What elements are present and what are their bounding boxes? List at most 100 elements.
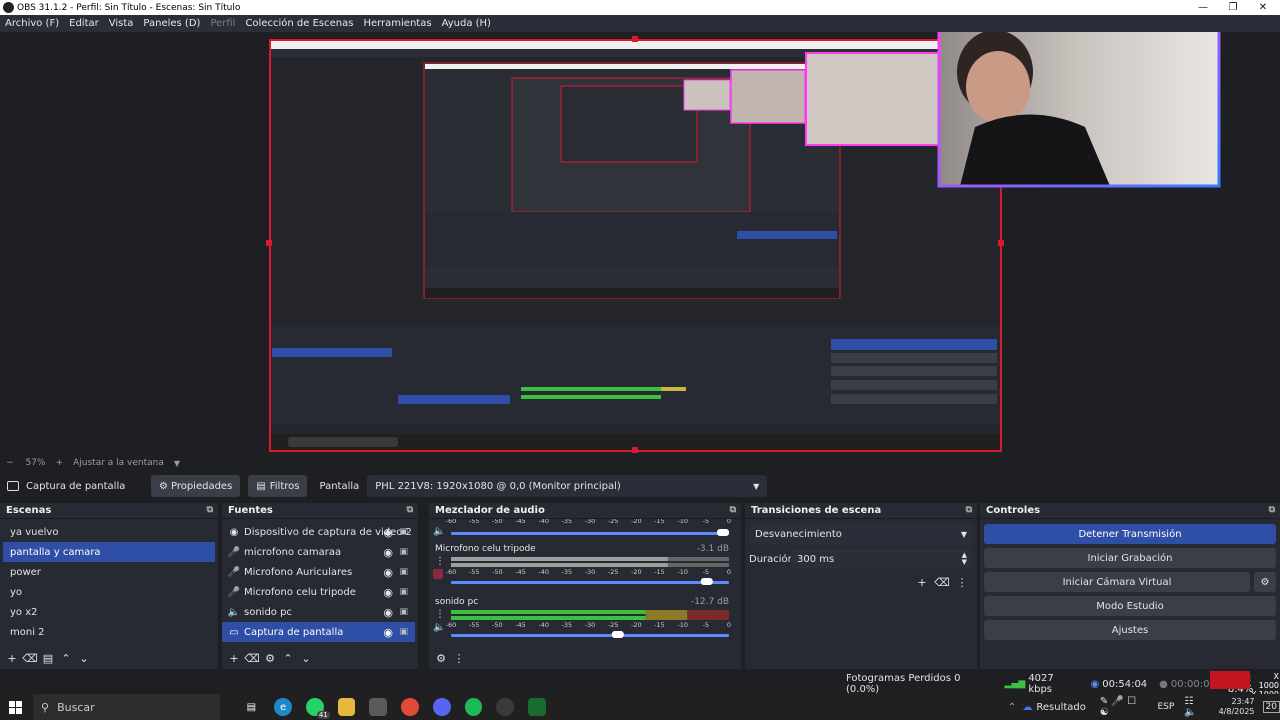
trash-icon[interactable]: ⌫ [244,651,260,665]
dock-float-icon[interactable]: ⧉ [966,505,972,515]
lock-icon[interactable]: ▣ [399,627,408,637]
trash-icon[interactable]: ⌫ [934,575,950,589]
properties-label: Propiedades [170,480,233,492]
trash-icon[interactable]: ⌫ [22,651,38,665]
properties-button[interactable]: ⚙ Propiedades [151,475,241,497]
menu-dots-icon[interactable]: ⋮ [955,575,969,589]
task-view-icon[interactable]: ▤ [242,698,260,716]
clock[interactable]: 23:47 4/8/2025 [1219,697,1255,717]
source-item[interactable]: ◉ Dispositivo de captura de video 2 ◉ ▣ [222,522,415,542]
tray-expand-icon[interactable]: ⌃ [1008,702,1016,713]
taskbar-search[interactable]: ⚲ Buscar [33,694,221,720]
source-item-selected[interactable]: ▭ Captura de pantalla ◉ ▣ [222,622,415,642]
filter-icon[interactable]: ▤ [41,651,55,665]
close-button[interactable]: ✕ [1248,0,1278,15]
mixer-header: Mezclador de audio ⧉ [429,503,741,519]
controls-title: Controles [986,505,1041,516]
menu-editar[interactable]: Editar [69,18,99,29]
dock-float-icon[interactable]: ⧉ [1269,505,1275,515]
volume-slider-handle [700,578,713,585]
mute-icon [433,569,443,579]
menu-vista[interactable]: Vista [109,18,134,29]
virtual-camera-settings-icon[interactable]: ⚙ [1254,572,1276,592]
mixer-tracks[interactable]: -60 -55 -50 -45 -40 -35 -30 -25 -20 -15 -10 -5 0Micr… [429,517,741,645]
eye-icon[interactable]: ◉ [383,586,393,599]
eye-icon[interactable]: ◉ [383,546,393,559]
app-icon[interactable] [528,698,546,716]
transition-select[interactable]: Desvanecimiento ▼ [749,524,973,545]
zoom-fit-label[interactable]: Ajustar a la ventana [73,458,164,468]
studio-mode-button[interactable]: Modo Estudio [984,596,1276,616]
lock-icon[interactable]: ▣ [399,527,408,537]
language-indicator[interactable]: ESP [1158,702,1175,712]
start-virtual-camera-button[interactable]: Iniciar Cámara Virtual [984,572,1250,592]
scene-item-selected[interactable]: pantalla y camara [3,542,215,562]
menu-paneles[interactable]: Paneles (D) [143,18,200,29]
scene-item[interactable]: yo x2 [3,602,215,622]
lock-icon[interactable]: ▣ [399,587,408,597]
gear-icon[interactable]: ⚙ [434,651,448,665]
spinner-arrows-icon[interactable]: ▲ ▼ [962,552,967,566]
stop-streaming-button[interactable]: Detener Transmisión [984,524,1276,544]
filters-button[interactable]: ▤ Filtros [248,475,308,497]
dock-float-icon[interactable]: ⧉ [407,505,413,515]
result-label[interactable]: Resultado [1036,702,1086,713]
discord-icon[interactable] [432,698,451,716]
settings-button[interactable]: Ajustes [984,620,1276,640]
lock-icon[interactable]: ▣ [399,567,408,577]
lock-icon[interactable]: ▣ [399,607,408,617]
menu-dots-icon[interactable]: ⋮ [452,651,466,665]
dock-float-icon[interactable]: ⧉ [730,505,736,515]
whatsapp-icon[interactable]: 41 [305,698,330,719]
eye-icon[interactable]: ◉ [383,606,393,619]
zoom-in-button[interactable]: + [56,458,64,468]
gear-icon: ⚙ [159,480,168,492]
dock-float-icon[interactable]: ⧉ [207,505,213,515]
eye-icon[interactable]: ◉ [383,566,393,579]
scene-item[interactable]: power [3,562,215,582]
edge-icon[interactable]: e [274,698,292,716]
zoom-out-button[interactable]: − [6,458,14,468]
scene-item[interactable]: yo [3,582,215,602]
maximize-button[interactable]: ❐ [1218,0,1248,15]
menu-archivo[interactable]: Archivo (F) [5,18,59,29]
arrow-up-icon[interactable]: ⌃ [59,651,73,665]
menu-perfil[interactable]: Perfil [210,18,235,29]
chrome-icon[interactable] [401,698,419,716]
menu-coleccion-escenas[interactable]: Colección de Escenas [245,18,353,29]
store-icon[interactable] [369,698,388,716]
duration-spinbox[interactable]: 300 ms ▲ ▼ [791,549,973,569]
source-item[interactable]: 🎤 microfono camaraa ◉ ▣ [222,542,415,562]
network-icon[interactable]: ☷ 🔈 [1184,696,1208,718]
arrow-down-icon[interactable]: ⌄ [77,651,91,665]
lock-icon[interactable]: ▣ [399,547,408,557]
add-icon[interactable]: + [915,575,929,589]
windows-start-icon[interactable] [9,700,22,714]
display-select[interactable]: PHL 221V8: 1920x1080 @ 0,0 (Monitor prin… [367,475,768,497]
tray-icons[interactable]: ✎ 🎤 ☐ ☯ [1100,696,1148,718]
file-explorer-icon[interactable] [337,698,356,716]
add-icon[interactable]: + [5,651,19,665]
menu-dots-icon: ⋮ [435,556,445,567]
mixer-scale-label: -5 [703,519,709,525]
scene-item[interactable]: ya vuelvo [3,522,215,542]
preview-area[interactable] [0,32,1280,455]
arrow-up-icon[interactable]: ⌃ [281,651,295,665]
obs-icon[interactable] [496,698,515,716]
notification-badge[interactable]: 20 [1262,701,1280,713]
source-item[interactable]: 🔈 sonido pc ◉ ▣ [222,602,415,622]
scene-item[interactable]: moni 2 [3,622,215,642]
gear-icon[interactable]: ⚙ [263,651,277,665]
eye-icon[interactable]: ◉ [383,526,393,539]
add-icon[interactable]: + [227,651,241,665]
minimize-button[interactable]: — [1188,0,1218,15]
source-item[interactable]: 🎤 Microfono celu tripode ◉ ▣ [222,582,415,602]
menu-herramientas[interactable]: Herramientas [363,18,431,29]
spotify-icon[interactable] [464,698,483,716]
source-item[interactable]: 🎤 Microfono Auriculares ◉ ▣ [222,562,415,582]
menu-ayuda[interactable]: Ayuda (H) [442,18,491,29]
zoom-dropdown-icon[interactable]: ▼ [174,459,180,468]
eye-icon[interactable]: ◉ [383,626,393,639]
arrow-down-icon[interactable]: ⌄ [299,651,313,665]
start-recording-button[interactable]: Iniciar Grabación [984,548,1276,568]
